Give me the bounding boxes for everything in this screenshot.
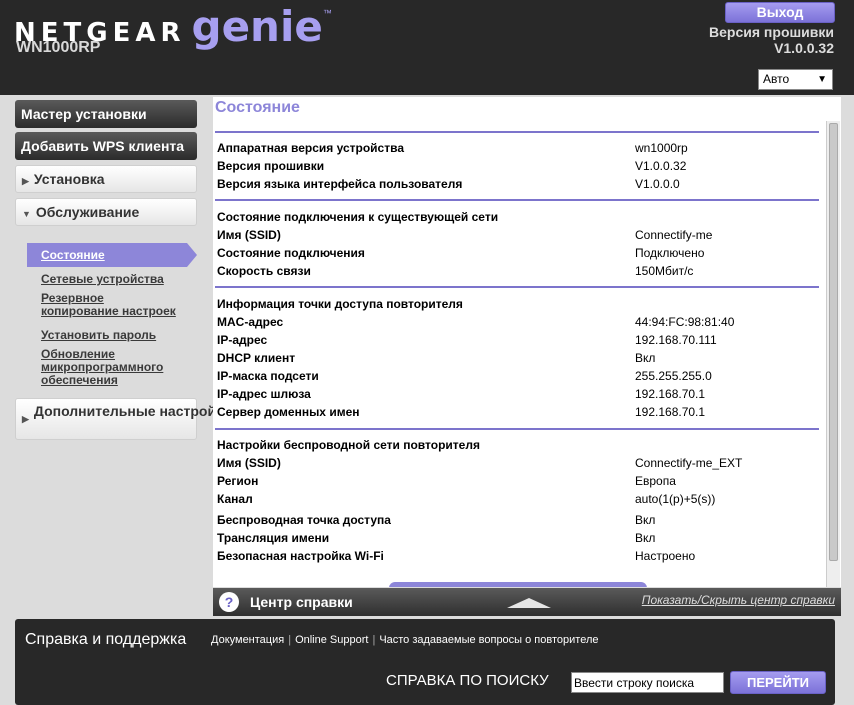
help-center-title: Центр справки <box>250 594 353 610</box>
row-value: Вкл <box>635 513 656 527</box>
divider <box>215 428 819 430</box>
sidebar-item-label: Обслуживание <box>35 204 140 220</box>
row-label: Имя (SSID) <box>217 228 281 242</box>
row-value: Connectify-me_EXT <box>635 456 743 470</box>
row-value: 150Мбит/с <box>635 264 694 278</box>
submenu-item-attached-devices[interactable]: Сетевые устройства <box>41 273 191 286</box>
row-label: Имя (SSID) <box>217 456 281 470</box>
online-support-link[interactable]: Online Support <box>295 634 368 646</box>
active-pointer <box>187 243 197 267</box>
sidebar-item-advanced[interactable]: ▶ Дополнительные настройки <box>15 398 232 440</box>
row-label: Состояние подключения <box>217 246 365 260</box>
row-label: Версия прошивки <box>217 159 325 173</box>
row-label: Беспроводная точка доступа <box>217 513 391 527</box>
language-select[interactable]: Авто ▼ <box>758 69 833 90</box>
row-value: 192.168.70.1 <box>635 405 706 419</box>
row-label: Регион <box>217 474 259 488</box>
row-value: Подключено <box>635 246 705 260</box>
section-title-connection: Состояние подключения к существующей сет… <box>217 210 499 224</box>
help-question-icon[interactable]: ? <box>219 592 239 612</box>
add-wps-client-button[interactable]: Добавить WPS клиента <box>15 132 197 160</box>
row-value: Настроено <box>635 549 696 563</box>
page-title: Состояние <box>215 99 300 116</box>
vertical-scrollbar[interactable] <box>826 121 840 587</box>
row-value: V1.0.0.32 <box>635 159 687 173</box>
sidebar-item-maintenance[interactable]: ▼ Обслуживание <box>15 198 197 226</box>
row-value: 255.255.255.0 <box>635 369 712 383</box>
divider <box>215 199 819 201</box>
section-title-wireless: Настройки беспроводной сети повторителя <box>217 438 480 452</box>
scrollbar-thumb[interactable] <box>829 123 838 561</box>
row-label: IP-адрес <box>217 333 268 347</box>
row-value: 44:94:FC:98:81:40 <box>635 315 735 329</box>
row-value: 192.168.70.111 <box>635 333 717 347</box>
collapsed-arrow-icon: ▶ <box>22 414 29 424</box>
search-go-button[interactable]: ПЕРЕЙТИ <box>730 671 826 694</box>
submenu-item-status[interactable]: Состояние <box>27 243 187 267</box>
divider <box>215 131 819 133</box>
support-footer: Справка и поддержка Документация | Online … <box>15 619 835 705</box>
section-title-ap-info: Информация точки доступа повторителя <box>217 297 463 311</box>
row-value: auto(1(p)+5(s)) <box>635 492 716 506</box>
firmware-version: V1.0.0.32 <box>774 40 834 56</box>
faq-link[interactable]: Часто задаваемые вопросы о повторителе <box>379 634 598 646</box>
row-label: DHCP клиент <box>217 351 296 365</box>
row-label: Скорость связи <box>217 264 311 278</box>
trademark-mark: ™ <box>322 8 332 18</box>
support-links: Документация | Online Support | Часто задава… <box>211 634 599 646</box>
toggle-help-center-link[interactable]: Показать/Скрыть центр справки <box>642 593 835 607</box>
firmware-label: Версия прошивки <box>709 24 834 40</box>
apply-button-partial[interactable] <box>389 582 647 587</box>
row-value: Европа <box>635 474 676 488</box>
logout-button[interactable]: Выход <box>725 2 835 23</box>
row-value: Вкл <box>635 531 656 545</box>
row-label: MAC-адрес <box>217 315 284 329</box>
row-value: V1.0.0.0 <box>635 177 680 191</box>
support-title: Справка и поддержка <box>25 631 187 648</box>
status-panel: Состояние Аппаратная версия устройства wn… <box>213 97 841 587</box>
brand-product: genie <box>191 2 323 51</box>
chevron-down-icon: ▼ <box>817 74 827 85</box>
link-separator: | <box>372 634 376 646</box>
search-help-label: СПРАВКА ПО ПОИСКУ <box>386 672 549 689</box>
submenu-item-set-password[interactable]: Установить пароль <box>41 329 191 342</box>
row-label: Безопасная настройка Wi-Fi <box>217 549 384 563</box>
top-header: NETGEAR genie™ WN1000RP Выход Версия прош… <box>0 0 854 95</box>
row-label: Сервер доменных имен <box>217 405 360 419</box>
language-selected: Авто <box>763 72 790 86</box>
row-value: Вкл <box>635 351 656 365</box>
documentation-link[interactable]: Документация <box>211 634 284 646</box>
setup-wizard-button[interactable]: Мастер установки <box>15 100 197 128</box>
row-label: IP-маска подсети <box>217 369 319 383</box>
sidebar-item-label: Дополнительные настройки <box>33 403 232 419</box>
sidebar-item-label: Установка <box>33 171 105 187</box>
row-label: Версия языка интерфейса пользователя <box>217 177 463 191</box>
submenu-item-backup-settings[interactable]: Резервное копирование настроек <box>41 292 181 318</box>
help-search-input[interactable] <box>571 672 724 693</box>
device-model: WN1000RP <box>16 39 101 56</box>
divider <box>215 286 819 288</box>
row-label: IP-адрес шлюза <box>217 387 311 401</box>
collapsed-arrow-icon: ▶ <box>22 176 29 186</box>
row-label: Трансляция имени <box>217 531 330 545</box>
row-value: Connectify-me <box>635 228 713 242</box>
row-label: Канал <box>217 492 253 506</box>
row-value: wn1000rp <box>635 141 688 155</box>
sidebar-item-setup[interactable]: ▶ Установка <box>15 165 197 193</box>
expanded-arrow-icon: ▼ <box>22 209 31 219</box>
sidebar: Мастер установки Добавить WPS клиента ▶ У… <box>0 95 232 615</box>
row-label: Аппаратная версия устройства <box>217 141 404 155</box>
link-separator: | <box>288 634 292 646</box>
row-value: 192.168.70.1 <box>635 387 706 401</box>
help-center-bar: ? Центр справки Показать/Скрыть центр сп… <box>213 588 841 616</box>
expand-up-icon[interactable] <box>507 598 551 608</box>
submenu-item-firmware-update[interactable]: Обновление микропрограммного обеспечения <box>41 348 166 387</box>
